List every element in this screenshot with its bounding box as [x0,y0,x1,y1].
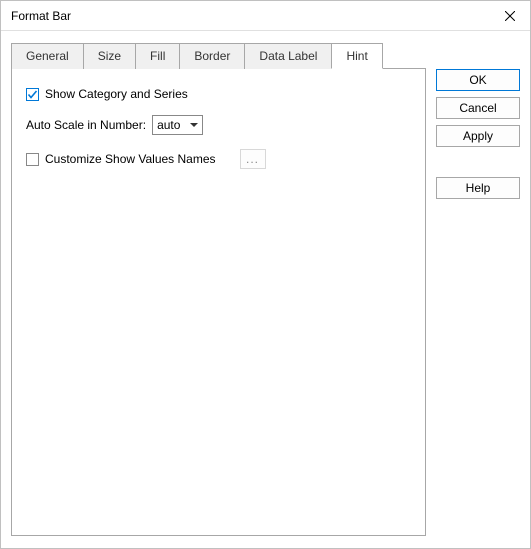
close-icon [505,11,515,21]
button-panel: OK Cancel Apply Help [436,43,520,536]
customize-row: Customize Show Values Names ... [26,149,411,169]
show-category-label: Show Category and Series [45,87,188,101]
titlebar: Format Bar [1,1,530,31]
auto-scale-select[interactable]: auto [152,115,203,135]
ok-button[interactable]: OK [436,69,520,91]
show-category-row: Show Category and Series [26,87,411,101]
tab-border[interactable]: Border [179,43,245,69]
checkmark-icon [27,89,38,100]
hint-tab-content: Show Category and Series Auto Scale in N… [11,68,426,536]
tab-general[interactable]: General [11,43,84,69]
apply-button[interactable]: Apply [436,125,520,147]
auto-scale-value: auto [157,118,180,132]
main-panel: General Size Fill Border Data Label Hint… [11,43,426,536]
dialog-title: Format Bar [11,9,71,23]
tab-hint[interactable]: Hint [331,43,382,69]
tab-size[interactable]: Size [83,43,136,69]
auto-scale-label: Auto Scale in Number: [26,118,146,132]
show-category-checkbox[interactable] [26,88,39,101]
dialog-body: General Size Fill Border Data Label Hint… [1,31,530,548]
tab-data-label[interactable]: Data Label [244,43,332,69]
close-button[interactable] [490,1,530,31]
help-button[interactable]: Help [436,177,520,199]
button-spacer [436,153,520,171]
tab-fill[interactable]: Fill [135,43,180,69]
auto-scale-row: Auto Scale in Number: auto [26,115,411,135]
cancel-button[interactable]: Cancel [436,97,520,119]
customize-label: Customize Show Values Names [45,152,216,166]
customize-ellipsis-button[interactable]: ... [240,149,266,169]
customize-checkbox[interactable] [26,153,39,166]
tab-row: General Size Fill Border Data Label Hint [11,43,426,69]
chevron-down-icon [190,123,198,127]
format-bar-dialog: Format Bar General Size Fill Border Data… [0,0,531,549]
